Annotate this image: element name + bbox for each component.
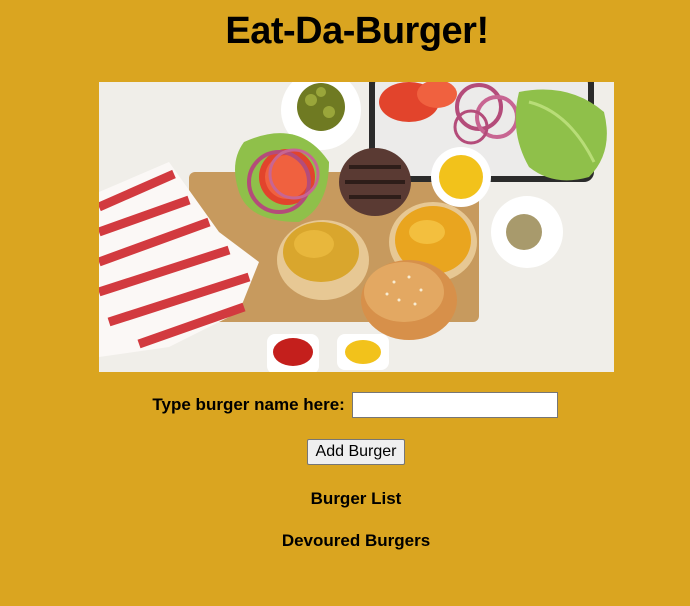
page: Eat-Da-Burger! Type burger name here: Ad… xyxy=(0,0,690,606)
add-burger-button[interactable]: Add Burger xyxy=(306,439,406,465)
burger-hero-image xyxy=(99,82,614,372)
burger-name-input[interactable] xyxy=(351,392,558,418)
button-row: Add Burger xyxy=(0,439,690,465)
page-title: Eat-Da-Burger! xyxy=(225,10,489,52)
burger-name-label: Type burger name here: xyxy=(152,395,345,414)
add-burger-form: Type burger name here: xyxy=(0,392,690,418)
burger-list-heading: Burger List xyxy=(310,489,402,508)
devoured-burgers-heading: Devoured Burgers xyxy=(281,531,431,550)
